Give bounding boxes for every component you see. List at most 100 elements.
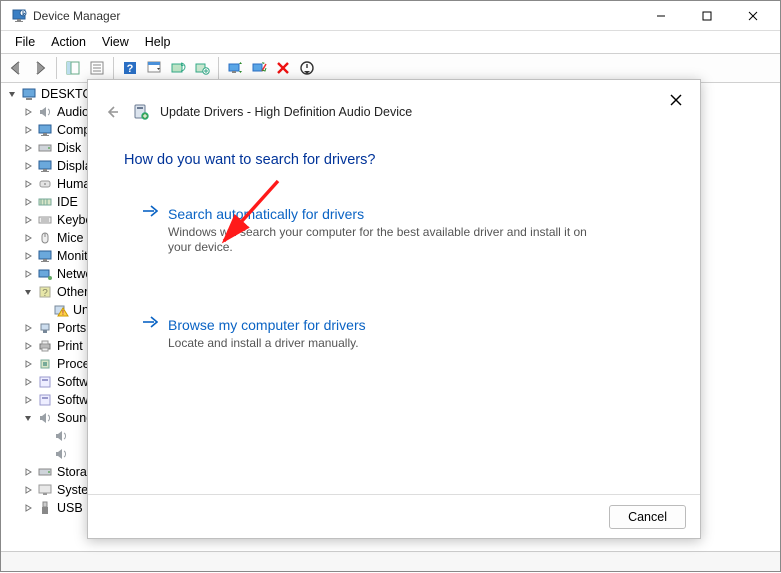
toolbar-separator: [56, 57, 57, 79]
twisty-icon[interactable]: [37, 429, 51, 443]
toolbar-separator: [113, 57, 114, 79]
device-icon: [37, 356, 53, 372]
device-icon: [37, 158, 53, 174]
device-icon: [21, 86, 37, 102]
twisty-icon[interactable]: [21, 195, 35, 209]
driver-icon: [132, 103, 150, 121]
device-icon: [37, 338, 53, 354]
device-icon: [53, 446, 69, 462]
tree-node-label: Print: [57, 337, 83, 355]
action-menu-button[interactable]: [143, 57, 165, 79]
dialog-title: Update Drivers - High Definition Audio D…: [160, 105, 412, 119]
add-legacy-hardware-button[interactable]: [191, 57, 213, 79]
svg-text:!: !: [62, 310, 64, 317]
twisty-icon[interactable]: [21, 141, 35, 155]
device-icon: [37, 392, 53, 408]
wizard-question: How do you want to search for drivers?: [88, 122, 700, 168]
option-description: Locate and install a driver manually.: [168, 336, 608, 351]
device-icon: [37, 194, 53, 210]
twisty-icon[interactable]: [21, 393, 35, 407]
update-driver-button[interactable]: [224, 57, 246, 79]
twisty-icon[interactable]: [21, 285, 35, 299]
device-icon: [37, 500, 53, 516]
menu-file[interactable]: File: [7, 33, 43, 51]
twisty-icon[interactable]: [5, 87, 19, 101]
twisty-icon[interactable]: [21, 357, 35, 371]
twisty-icon[interactable]: [21, 465, 35, 479]
twisty-icon[interactable]: [21, 231, 35, 245]
uninstall-device-button[interactable]: [272, 57, 294, 79]
twisty-icon[interactable]: [21, 375, 35, 389]
twisty-icon[interactable]: [37, 303, 51, 317]
nav-back-button[interactable]: [5, 57, 27, 79]
wizard-back-button[interactable]: [102, 102, 122, 122]
scan-hardware-button[interactable]: [167, 57, 189, 79]
arrow-right-icon: [142, 204, 158, 223]
tree-node-label: Audio: [57, 103, 89, 121]
device-icon: [37, 140, 53, 156]
status-bar: [1, 551, 780, 571]
toolbar-separator: [218, 57, 219, 79]
device-icon: [37, 122, 53, 138]
twisty-icon[interactable]: [21, 321, 35, 335]
device-icon: [53, 428, 69, 444]
option-search-automatically[interactable]: Search automatically for drivers Windows…: [124, 202, 664, 257]
show-hide-tree-button[interactable]: [62, 57, 84, 79]
tree-node-label: Mice: [57, 229, 83, 247]
twisty-icon[interactable]: [21, 213, 35, 227]
twisty-icon[interactable]: [21, 483, 35, 497]
device-icon: [37, 230, 53, 246]
twisty-icon[interactable]: [21, 249, 35, 263]
menu-view[interactable]: View: [94, 33, 137, 51]
twisty-icon[interactable]: [21, 267, 35, 281]
arrow-right-icon: [142, 315, 158, 334]
help-button[interactable]: ?: [119, 57, 141, 79]
cancel-button[interactable]: Cancel: [609, 505, 686, 529]
tree-node-label: Ports: [57, 319, 86, 337]
nav-forward-button[interactable]: [29, 57, 51, 79]
device-icon: [37, 176, 53, 192]
enable-device-button[interactable]: [296, 57, 318, 79]
menu-help[interactable]: Help: [137, 33, 179, 51]
tree-node-label: Other: [57, 283, 88, 301]
window-titlebar: Device Manager: [1, 1, 780, 31]
app-icon: [11, 8, 27, 24]
twisty-icon[interactable]: [37, 447, 51, 461]
device-icon: [37, 104, 53, 120]
twisty-icon[interactable]: [21, 177, 35, 191]
dialog-close-button[interactable]: [666, 90, 686, 110]
close-button[interactable]: [730, 1, 776, 31]
device-icon: [37, 266, 53, 282]
option-description: Windows will search your computer for th…: [168, 225, 608, 255]
option-browse-computer[interactable]: Browse my computer for drivers Locate an…: [124, 313, 664, 353]
maximize-button[interactable]: [684, 1, 730, 31]
twisty-icon[interactable]: [21, 159, 35, 173]
device-icon: ?: [37, 284, 53, 300]
twisty-icon[interactable]: [21, 105, 35, 119]
device-icon: !: [53, 302, 69, 318]
tree-node-label: Disk: [57, 139, 81, 157]
twisty-icon[interactable]: [21, 339, 35, 353]
device-icon: [37, 410, 53, 426]
device-icon: [37, 464, 53, 480]
twisty-icon[interactable]: [21, 123, 35, 137]
option-title: Search automatically for drivers: [168, 206, 364, 222]
disable-device-button[interactable]: [248, 57, 270, 79]
menu-action[interactable]: Action: [43, 33, 94, 51]
svg-text:?: ?: [127, 63, 134, 75]
minimize-button[interactable]: [638, 1, 684, 31]
menu-bar: File Action View Help: [1, 31, 780, 53]
properties-button[interactable]: [86, 57, 108, 79]
device-icon: [37, 212, 53, 228]
svg-text:?: ?: [42, 288, 48, 299]
device-icon: [37, 482, 53, 498]
tree-node-label: USB: [57, 499, 83, 517]
device-icon: [37, 320, 53, 336]
twisty-icon[interactable]: [21, 501, 35, 515]
device-icon: [37, 248, 53, 264]
tree-node-label: IDE: [57, 193, 78, 211]
twisty-icon[interactable]: [21, 411, 35, 425]
update-drivers-dialog: Update Drivers - High Definition Audio D…: [87, 79, 701, 539]
window-title: Device Manager: [33, 9, 638, 23]
device-icon: [37, 374, 53, 390]
